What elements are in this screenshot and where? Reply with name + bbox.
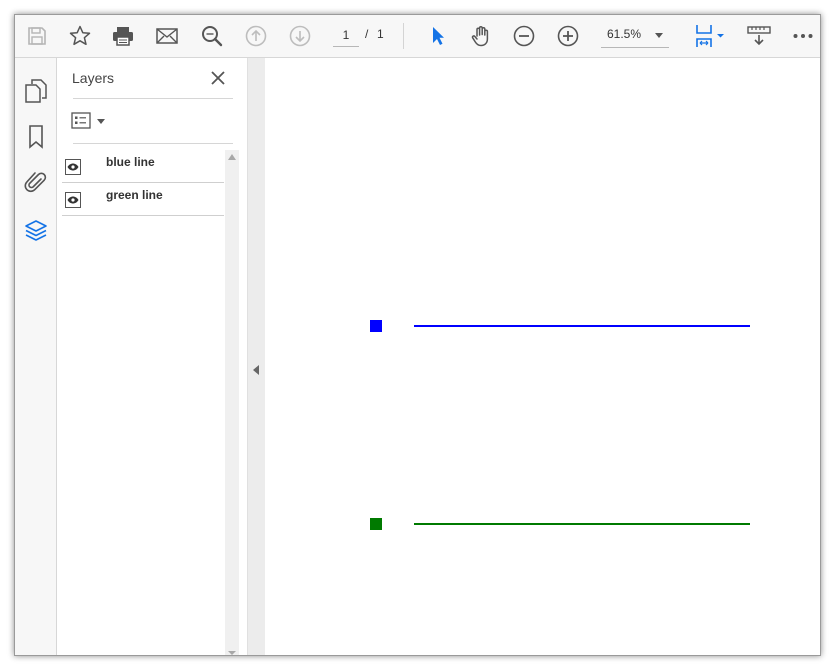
email-icon[interactable] — [152, 21, 182, 51]
pages-icon[interactable] — [21, 76, 51, 106]
scrolling-mode-icon[interactable] — [744, 21, 774, 51]
select-cursor-icon[interactable] — [422, 21, 452, 51]
toolbar-divider — [403, 23, 404, 49]
document-page[interactable] — [266, 58, 820, 655]
layers-panel: Layers blue line green line — [57, 58, 248, 655]
panel-scrollbar[interactable] — [225, 150, 239, 655]
chevron-down-icon — [97, 118, 105, 124]
save-icon[interactable] — [22, 21, 52, 51]
zoom-dropdown[interactable]: 61.5% — [601, 23, 669, 48]
navigation-rail — [15, 58, 57, 655]
page-fit-icon[interactable] — [691, 21, 731, 51]
panel-title: Layers — [72, 70, 115, 86]
total-pages: 1 — [377, 27, 384, 41]
panel-splitter[interactable] — [248, 58, 265, 655]
print-icon[interactable] — [108, 21, 138, 51]
collapse-panel-icon[interactable] — [253, 365, 259, 375]
green-square-marker — [370, 518, 382, 530]
next-page-icon[interactable] — [285, 21, 315, 51]
hand-tool-icon[interactable] — [466, 21, 496, 51]
scroll-down-icon[interactable] — [228, 651, 236, 655]
options-list-icon — [71, 112, 91, 129]
blue-line — [414, 325, 750, 327]
search-icon[interactable] — [197, 21, 227, 51]
page-separator: / — [365, 27, 369, 41]
panel-divider — [73, 98, 233, 99]
bookmark-star-icon[interactable] — [65, 21, 95, 51]
acrobat-window: / 1 61.5% — [14, 14, 821, 656]
layer-name: blue line — [106, 155, 155, 169]
more-icon[interactable] — [788, 21, 818, 51]
toolbar: / 1 61.5% — [15, 15, 820, 58]
bookmarks-icon[interactable] — [21, 122, 51, 152]
layer-list: blue line green line — [62, 150, 224, 216]
eye-icon[interactable] — [65, 192, 81, 208]
layers-icon[interactable] — [21, 216, 51, 246]
panel-divider — [73, 143, 233, 144]
layer-row[interactable]: green line — [62, 183, 224, 216]
green-line — [414, 523, 750, 525]
zoom-out-icon[interactable] — [509, 21, 539, 51]
blue-square-marker — [370, 320, 382, 332]
zoom-in-icon[interactable] — [553, 21, 583, 51]
chevron-down-icon — [655, 33, 663, 38]
layer-name: green line — [106, 188, 163, 202]
layer-options-button[interactable] — [71, 109, 111, 133]
previous-page-icon[interactable] — [241, 21, 271, 51]
zoom-value: 61.5% — [607, 27, 642, 41]
scroll-up-icon[interactable] — [228, 154, 236, 160]
eye-icon[interactable] — [65, 159, 81, 175]
layer-row[interactable]: blue line — [62, 150, 224, 183]
current-page-input[interactable] — [333, 24, 359, 47]
attachments-icon[interactable] — [21, 168, 51, 198]
close-icon[interactable] — [207, 67, 229, 89]
